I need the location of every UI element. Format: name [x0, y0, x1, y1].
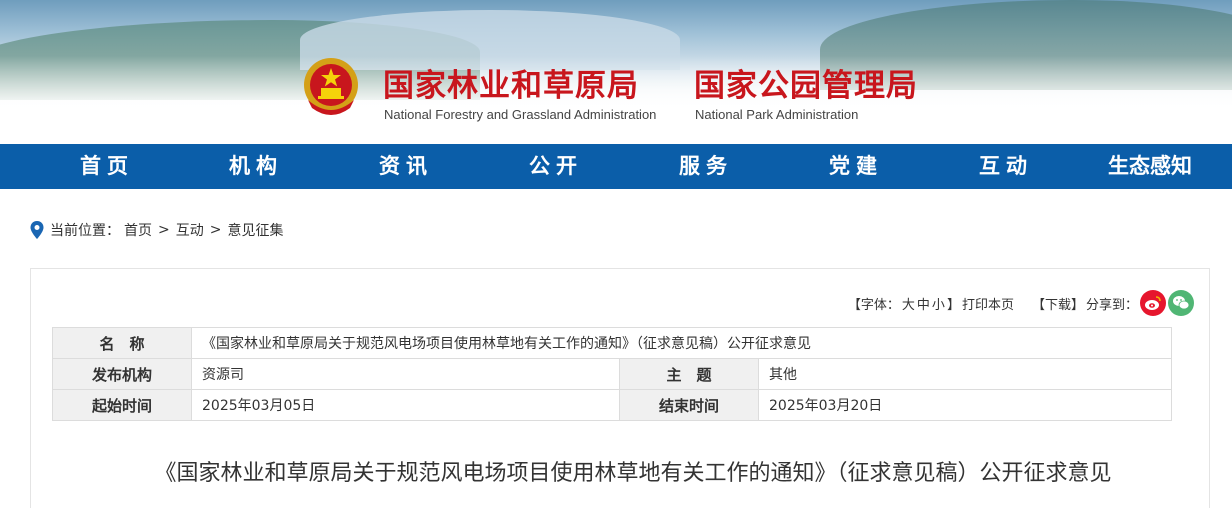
site-title-forestry[interactable]: 国家林业和草原局: [383, 60, 639, 105]
font-small-button[interactable]: 小: [932, 294, 945, 313]
site-title-park[interactable]: 国家公园管理局: [694, 60, 918, 105]
breadcrumb-separator: >: [158, 222, 170, 238]
nav-item-ecology[interactable]: 生态感知: [1108, 144, 1192, 189]
metadata-table: 名 称 《国家林业和草原局关于规范风电场项目使用林草地有关工作的通知》（征求意见…: [52, 327, 1172, 421]
nav-item-interaction[interactable]: 互动: [979, 144, 1033, 189]
location-pin-icon: [30, 221, 44, 239]
breadcrumb-home[interactable]: 首页: [124, 220, 152, 240]
breadcrumb-current[interactable]: 意见征集: [227, 220, 283, 240]
print-button[interactable]: 打印本页: [962, 294, 1014, 313]
breadcrumb: 当前位置： 首页 > 互动 > 意见征集: [30, 220, 287, 240]
table-row: 起始时间 2025年03月05日 结束时间 2025年03月20日: [52, 389, 1172, 421]
topic-label: 主 题: [619, 358, 759, 390]
start-label: 起始时间: [52, 389, 192, 421]
share-label: 分享到：: [1085, 297, 1138, 313]
name-value: 《国家林业和草原局关于规范风电场项目使用林草地有关工作的通知》（征求意见稿）公开…: [191, 327, 1172, 359]
topic-value: 其他: [758, 358, 1172, 390]
table-row: 名 称 《国家林业和草原局关于规范风电场项目使用林草地有关工作的通知》（征求意见…: [52, 327, 1172, 359]
font-size-label-close: 】: [946, 297, 960, 313]
start-value: 2025年03月05日: [191, 389, 620, 421]
download-button[interactable]: 【下载】: [1032, 294, 1084, 313]
weibo-icon[interactable]: [1140, 290, 1166, 316]
font-size-label: 【字体：: [847, 297, 900, 313]
main-nav: 首页 机构 资讯 公开 服务 党建 互动 生态感知: [0, 144, 1232, 189]
site-subtitle-park: National Park Administration: [695, 107, 859, 122]
wechat-icon[interactable]: [1168, 290, 1194, 316]
nav-item-home[interactable]: 首页: [80, 144, 134, 189]
org-value: 资源司: [191, 358, 620, 390]
breadcrumb-separator: >: [209, 222, 222, 238]
font-medium-button[interactable]: 中: [917, 294, 930, 313]
table-row: 发布机构 资源司 主 题 其他: [52, 358, 1172, 390]
breadcrumb-interaction[interactable]: 互动: [176, 220, 204, 240]
nav-item-services[interactable]: 服务: [679, 144, 733, 189]
nav-item-news[interactable]: 资讯: [379, 144, 433, 189]
end-label: 结束时间: [619, 389, 759, 421]
breadcrumb-prefix: 当前位置：: [50, 223, 120, 239]
font-large-button[interactable]: 大: [902, 294, 915, 313]
end-value: 2025年03月20日: [758, 389, 1172, 421]
name-label: 名 称: [52, 327, 192, 359]
nav-item-party[interactable]: 党建: [829, 144, 883, 189]
document-title: 《国家林业和草原局关于规范风电场项目使用林草地有关工作的通知》（征求意见稿）公开…: [154, 461, 1112, 486]
national-emblem-icon[interactable]: [302, 56, 360, 118]
site-subtitle-forestry: National Forestry and Grassland Administ…: [384, 107, 657, 122]
article-toolbar: 【字体： 大 中 小 】 打印本页 【下载】 分享到：: [846, 289, 1194, 317]
org-label: 发布机构: [52, 358, 192, 390]
nav-item-institutions[interactable]: 机构: [229, 144, 283, 189]
nav-item-disclosure[interactable]: 公开: [529, 144, 583, 189]
